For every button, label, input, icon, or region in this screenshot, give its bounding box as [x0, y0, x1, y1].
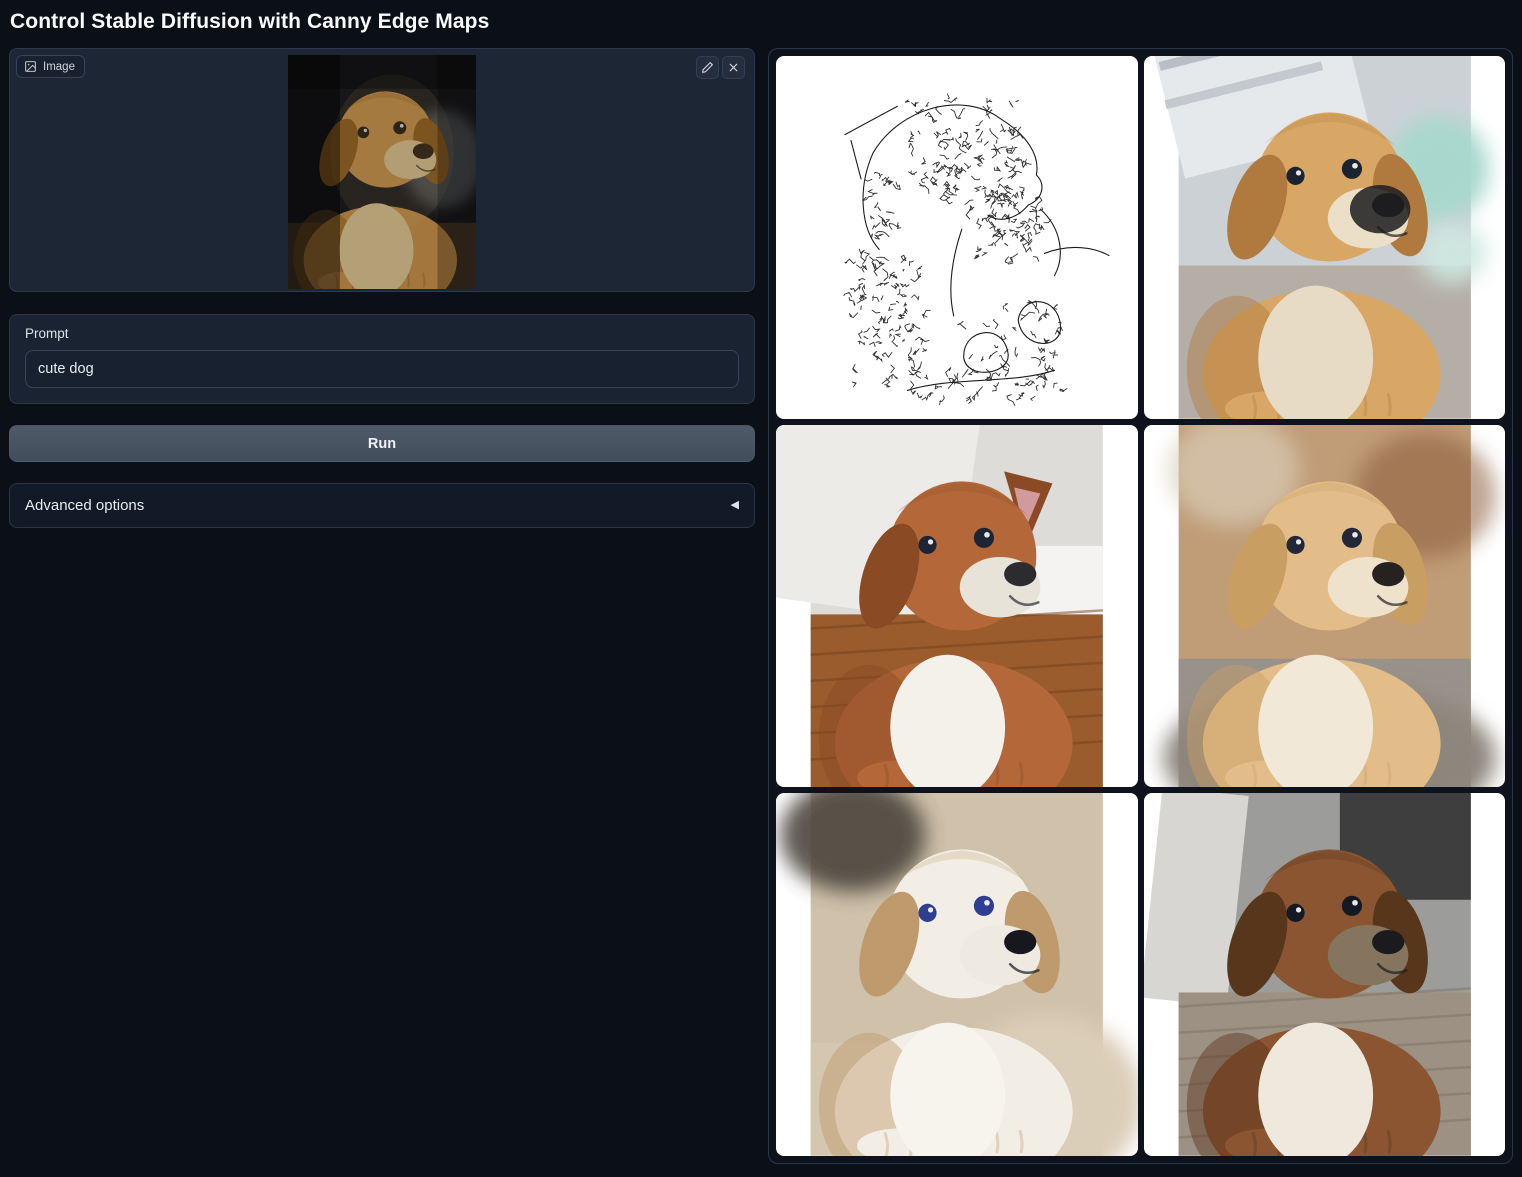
page-title: Control Stable Diffusion with Canny Edge…: [10, 10, 1513, 34]
image-label-tab: Image: [16, 55, 85, 78]
app: Control Stable Diffusion with Canny Edge…: [0, 0, 1522, 1172]
controls-column: Image Prompt: [9, 48, 755, 528]
image-actions: [696, 56, 745, 79]
pencil-icon: [701, 61, 714, 74]
prompt-label: Prompt: [25, 326, 739, 341]
advanced-options-accordion[interactable]: Advanced options ◀: [9, 483, 755, 528]
generated-dog-3[interactable]: [1144, 425, 1506, 788]
input-image-dropzone[interactable]: Image: [9, 48, 755, 292]
output-gallery: [768, 48, 1513, 1164]
clear-image-button[interactable]: [722, 56, 745, 79]
image-label: Image: [43, 61, 75, 73]
generated-dog-5[interactable]: [1144, 793, 1506, 1156]
edit-image-button[interactable]: [696, 56, 719, 79]
image-icon: [24, 60, 37, 73]
accordion-collapse-icon: ◀: [731, 500, 739, 511]
generated-dog-2[interactable]: [776, 425, 1138, 788]
close-icon: [727, 61, 740, 74]
input-image-preview: [10, 55, 754, 289]
generated-dog-1[interactable]: [1144, 56, 1506, 419]
run-button[interactable]: Run: [9, 425, 755, 462]
prompt-input[interactable]: [25, 350, 739, 388]
canny-edge-map[interactable]: [776, 56, 1138, 419]
generated-dog-4[interactable]: [776, 793, 1138, 1156]
prompt-panel: Prompt: [9, 314, 755, 404]
advanced-options-label: Advanced options: [25, 497, 144, 514]
